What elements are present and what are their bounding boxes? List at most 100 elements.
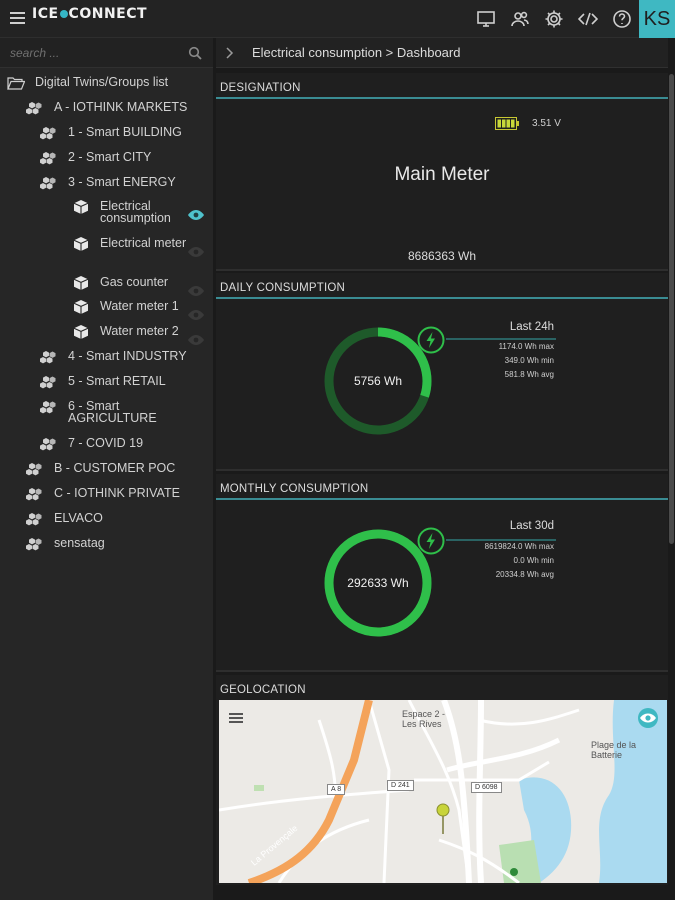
map-label-plage: Plage de la Batterie — [591, 740, 637, 760]
sidebar-tree-item[interactable]: Water meter 2 — [72, 325, 190, 339]
designation-header: DESIGNATION — [216, 73, 668, 99]
cubes-group-icon — [26, 537, 44, 551]
search-input[interactable] — [10, 44, 180, 62]
map-menu-icon[interactable] — [227, 710, 245, 726]
gear-icon[interactable] — [537, 0, 571, 38]
eye-icon[interactable] — [187, 284, 205, 296]
cubes-group-icon — [26, 487, 44, 501]
sidebar-tree-label: 3 - Smart ENERGY — [68, 175, 176, 189]
sidebar-tree-label: 7 - COVID 19 — [68, 436, 144, 450]
daily-period: Last 24h — [509, 321, 554, 333]
map-label-espace: Espace 2 - Les Rives — [402, 709, 446, 729]
battery-voltage: 3.51 V — [532, 118, 561, 129]
monthly-avg: 20334.8 Wh avg — [495, 570, 554, 579]
cubes-group-icon — [40, 400, 58, 414]
sidebar-tree-item[interactable]: 3 - Smart ENERGY — [40, 176, 176, 190]
daily-consumption-card: DAILY CONSUMPTION 5756 Wh Last 24h 1174.… — [216, 273, 668, 471]
sidebar-tree-item[interactable]: 4 - Smart INDUSTRY — [40, 350, 187, 364]
daily-min: 349.0 Wh min — [504, 356, 554, 365]
scrollbar-thumb[interactable] — [669, 74, 674, 544]
monitor-icon[interactable] — [469, 0, 503, 38]
sidebar-tree-item[interactable]: Gas counter — [72, 276, 190, 290]
eye-icon[interactable] — [187, 308, 205, 320]
app-logo[interactable]: ICE CONNECT — [32, 6, 147, 32]
cube-icon — [72, 300, 90, 314]
sidebar-tree-label: 2 - Smart CITY — [68, 150, 152, 164]
sidebar-tree-label: B - CUSTOMER POC — [54, 461, 176, 475]
meter-title: Main Meter — [394, 164, 490, 185]
sidebar-tree-label: 4 - Smart INDUSTRY — [68, 349, 187, 363]
battery-icon — [495, 117, 519, 130]
sidebar-tree-label: 6 - Smart AGRICULTURE — [68, 399, 157, 425]
sidebar-tree-label: ELVACO — [54, 511, 103, 525]
designation-card: DESIGNATION 3.51 V Main Meter 8686363 Wh — [216, 73, 668, 271]
sidebar-tree-item[interactable]: sensatag — [26, 537, 105, 551]
monthly-value: 292633 Wh — [347, 576, 409, 590]
sidebar-tree-item[interactable]: 1 - Smart BUILDING — [40, 126, 182, 140]
users-icon[interactable] — [503, 0, 537, 38]
sidebar-tree-item[interactable]: Water meter 1 — [72, 300, 190, 314]
map-road-d6098: D 6098 — [471, 782, 502, 793]
sidebar-tree-label: 1 - Smart BUILDING — [68, 125, 182, 139]
sidebar-tree-item[interactable]: Electrical meter — [72, 237, 190, 251]
meter-total-value: 8686363 Wh — [407, 249, 477, 263]
sidebar-tree-item[interactable]: 7 - COVID 19 — [40, 437, 143, 451]
hamburger-menu-icon[interactable] — [10, 12, 25, 24]
cubes-group-icon — [26, 462, 44, 476]
lightning-icon — [417, 326, 445, 354]
sidebar-tree-label: C - IOTHINK PRIVATE — [54, 486, 180, 500]
cubes-group-icon — [26, 512, 44, 526]
tree-root-digital-twins[interactable]: Digital Twins/Groups list — [7, 76, 168, 90]
sidebar-tree-item[interactable]: C - IOTHINK PRIVATE — [26, 487, 180, 501]
sidebar-tree-label: Water meter 1 — [100, 299, 179, 313]
map-road-d241: D 241 — [387, 780, 414, 791]
eye-icon[interactable] — [187, 245, 205, 257]
breadcrumb-text[interactable]: Electrical consumption > Dashboard — [252, 45, 460, 60]
top-bar: ICE CONNECT KS — [0, 0, 675, 38]
sidebar-tree-item[interactable]: ELVACO — [26, 512, 103, 526]
cubes-group-icon — [40, 437, 58, 451]
daily-value: 5756 Wh — [353, 374, 403, 388]
sidebar-tree-label: Water meter 2 — [100, 324, 179, 338]
sidebar-tree-label: A - IOTHINK MARKETS — [54, 100, 188, 114]
cubes-group-icon — [40, 375, 58, 389]
daily-max: 1174.0 Wh max — [498, 342, 554, 351]
sidebar-tree-item[interactable]: 5 - Smart RETAIL — [40, 375, 166, 389]
map-view[interactable]: Espace 2 - Les Rives Plage de la Batteri… — [219, 700, 667, 883]
geolocation-header: GEOLOCATION — [220, 684, 306, 696]
user-avatar[interactable]: KS — [639, 0, 675, 38]
cube-icon — [72, 276, 90, 290]
code-icon[interactable] — [571, 0, 605, 38]
cubes-group-icon — [40, 176, 58, 190]
cubes-group-icon — [40, 151, 58, 165]
sidebar-tree-item[interactable]: B - CUSTOMER POC — [26, 462, 175, 476]
monthly-consumption-card: MONTHLY CONSUMPTION 292633 Wh Last 30d 8… — [216, 474, 668, 672]
sidebar-search — [0, 38, 213, 68]
sidebar-tree-label: 5 - Smart RETAIL — [68, 374, 166, 388]
monthly-min: 0.0 Wh min — [513, 556, 554, 565]
sidebar-tree-item[interactable]: A - IOTHINK MARKETS — [26, 101, 187, 115]
search-icon[interactable] — [188, 46, 202, 60]
sidebar-tree-label: Gas counter — [100, 275, 169, 289]
cubes-group-icon — [40, 350, 58, 364]
help-icon[interactable] — [605, 0, 639, 38]
cubes-group-icon — [26, 101, 44, 115]
folder-open-icon — [7, 77, 25, 90]
sidebar-tree-item[interactable]: 2 - Smart CITY — [40, 151, 151, 165]
cubes-group-icon — [40, 126, 58, 140]
cube-icon — [72, 237, 90, 251]
sidebar-tree-label: Electrical consumption — [100, 199, 171, 225]
main-scrollbar[interactable] — [668, 38, 675, 900]
monthly-period: Last 30d — [509, 520, 554, 532]
monthly-max: 8619824.0 Wh max — [484, 542, 554, 551]
map-eye-icon[interactable] — [635, 708, 661, 728]
eye-icon[interactable] — [187, 208, 205, 220]
map-road-a8: A 8 — [327, 784, 346, 795]
eye-icon[interactable] — [187, 333, 205, 345]
sidebar-tree-item[interactable]: Electrical consumption — [72, 200, 190, 224]
sidebar-tree-item[interactable]: 6 - Smart AGRICULTURE — [40, 400, 158, 424]
chevron-right-icon[interactable] — [224, 46, 236, 59]
daily-avg: 581.8 Wh avg — [504, 370, 554, 379]
breadcrumb: Electrical consumption > Dashboard — [216, 38, 675, 68]
daily-header: DAILY CONSUMPTION — [216, 273, 668, 299]
